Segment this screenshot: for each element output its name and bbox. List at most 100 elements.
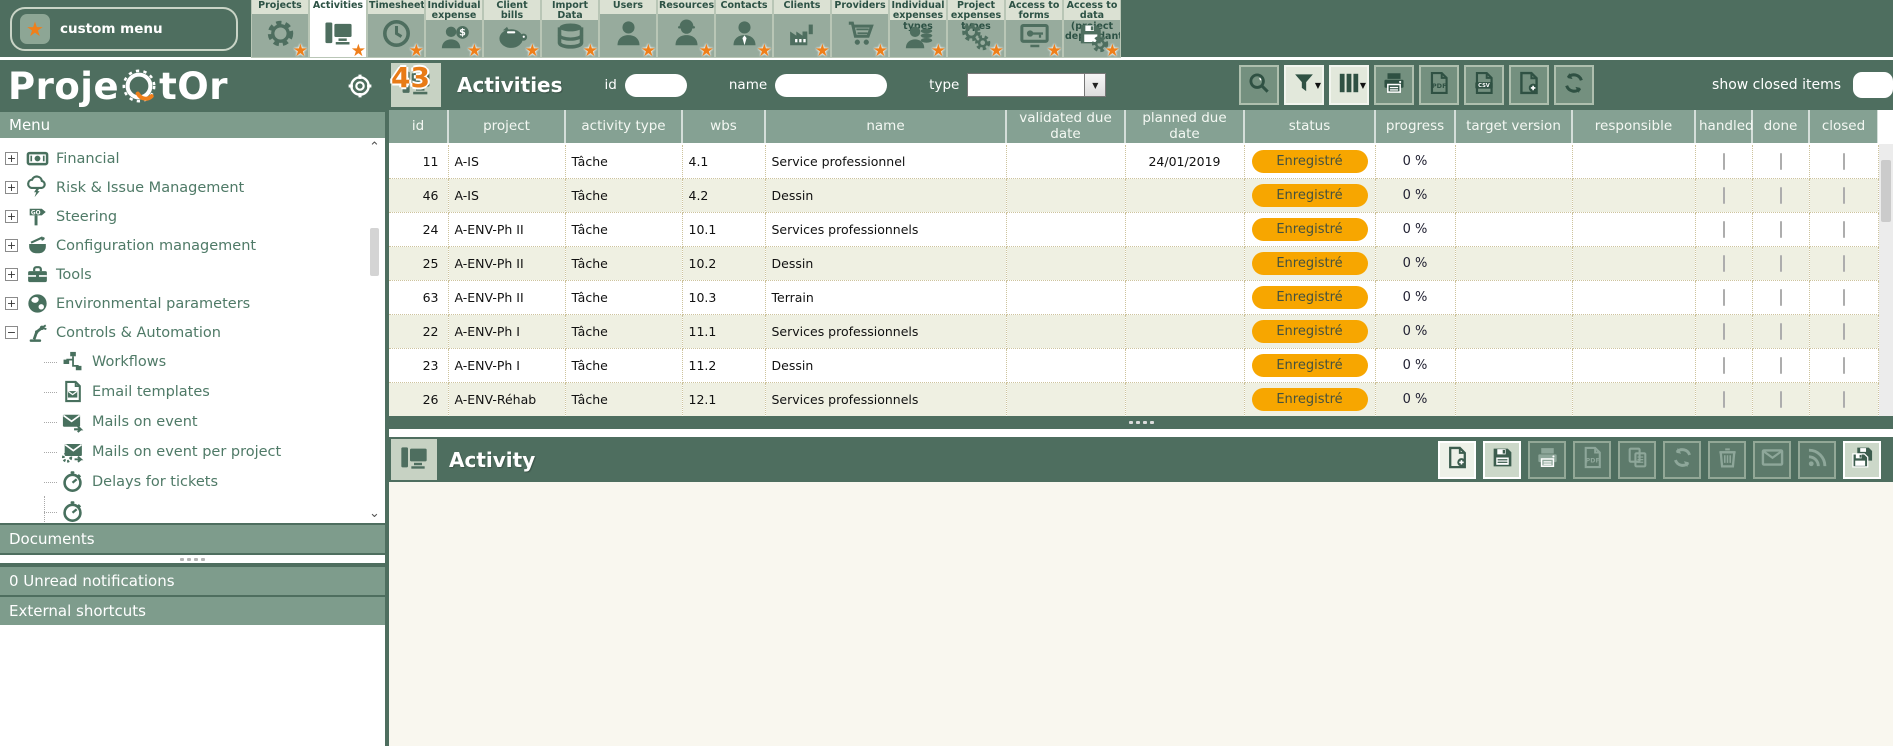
sidebar-item-financial[interactable]: + Financial — [0, 144, 385, 173]
printer-button[interactable] — [1528, 441, 1566, 479]
closed-checkbox[interactable] — [1843, 153, 1845, 170]
module-button-resources[interactable]: Resources ★ — [658, 0, 714, 57]
table-row[interactable]: 24A-ENV-Ph IITâche10.1Services professio… — [389, 212, 1878, 246]
module-button-project-expenses-types[interactable]: Project expenses types ★ — [948, 0, 1004, 57]
sidebar-item-risk-issue-management[interactable]: + Risk & Issue Management — [0, 173, 385, 202]
sidebar-section-notifications[interactable]: 0 Unread notifications — [0, 565, 385, 595]
doc-pdf-button[interactable]: PDF — [1573, 441, 1611, 479]
refresh-button[interactable] — [1663, 441, 1701, 479]
closed-checkbox[interactable] — [1843, 323, 1845, 340]
expander-icon[interactable]: + — [5, 268, 18, 281]
doc-pdf-button[interactable]: PDF — [1419, 65, 1459, 105]
sidebar-subitem-mails-on-event[interactable]: Mails on event — [0, 407, 385, 437]
closed-checkbox[interactable] — [1843, 221, 1845, 238]
handled-checkbox[interactable] — [1723, 221, 1725, 238]
table-row[interactable]: 22A-ENV-Ph ITâche11.1Services profession… — [389, 314, 1878, 348]
handled-checkbox[interactable] — [1723, 289, 1725, 306]
sidebar-item-configuration-management[interactable]: + Configuration management — [0, 231, 385, 260]
filter-type-select[interactable]: ▼ — [967, 73, 1106, 97]
column-header-target-version[interactable]: target version — [1455, 110, 1572, 144]
custom-menu-button[interactable]: ★ custom menu — [10, 7, 238, 51]
module-button-client-bills[interactable]: Client bills ★ — [484, 0, 540, 57]
module-button-timesheet[interactable]: Timesheet ★ — [368, 0, 424, 57]
done-checkbox[interactable] — [1780, 187, 1782, 204]
module-button-access-to-data-project-dependant[interactable]: Access to data (project dependant) ★ — [1064, 0, 1120, 57]
floppy-multi-button[interactable] — [1843, 441, 1881, 479]
module-button-providers[interactable]: Providers ★ — [832, 0, 888, 57]
sidebar-subitem-mails-on-event-per-project[interactable]: Mails on event per project — [0, 437, 385, 467]
sidebar-subitem-email-templates[interactable]: Email templates — [0, 377, 385, 407]
column-header-closed[interactable]: closed — [1809, 110, 1878, 144]
table-row[interactable]: 63A-ENV-Ph IITâche10.3TerrainEnregistré0… — [389, 280, 1878, 314]
refresh-button[interactable] — [1554, 65, 1594, 105]
done-checkbox[interactable] — [1780, 255, 1782, 272]
file-plus-button[interactable] — [1438, 441, 1476, 479]
column-header-planned-due[interactable]: planned due date — [1125, 110, 1244, 144]
closed-checkbox[interactable] — [1843, 187, 1845, 204]
handled-checkbox[interactable] — [1723, 153, 1725, 170]
table-row[interactable]: 25A-ENV-Ph IITâche10.2DessinEnregistré0 … — [389, 246, 1878, 280]
done-checkbox[interactable] — [1780, 323, 1782, 340]
expander-icon[interactable]: + — [5, 152, 18, 165]
copy-button[interactable] — [1618, 441, 1656, 479]
table-row[interactable]: 26A-ENV-RéhabTâche12.1Services professio… — [389, 382, 1878, 416]
column-header-validated-due[interactable]: validated due date — [1006, 110, 1125, 144]
module-button-individual-expenses-types[interactable]: Individual expenses types ★ — [890, 0, 946, 57]
column-header-id[interactable]: id — [389, 110, 448, 144]
closed-checkbox[interactable] — [1843, 255, 1845, 272]
module-button-access-to-forms[interactable]: Access to forms ★ — [1006, 0, 1062, 57]
handled-checkbox[interactable] — [1723, 357, 1725, 374]
module-button-activities[interactable]: Activities ★ — [310, 0, 366, 57]
table-scrollbar[interactable] — [1879, 144, 1893, 416]
sidebar-subitem-workflows[interactable]: Workflows — [0, 347, 385, 377]
module-button-clients[interactable]: Clients ★ — [774, 0, 830, 57]
module-button-users[interactable]: Users ★ — [600, 0, 656, 57]
handled-checkbox[interactable] — [1723, 187, 1725, 204]
sidebar-subitem-delays-for-tickets[interactable]: Delays for tickets — [0, 467, 385, 497]
closed-checkbox[interactable] — [1843, 289, 1845, 306]
closed-checkbox[interactable] — [1843, 391, 1845, 408]
column-header-project[interactable]: project — [448, 110, 565, 144]
file-plus-button[interactable] — [1509, 65, 1549, 105]
sidebar-section-external-shortcuts[interactable]: External shortcuts — [0, 595, 385, 625]
sidebar-item-steering[interactable]: + GO Steering — [0, 202, 385, 231]
done-checkbox[interactable] — [1780, 153, 1782, 170]
column-header-done[interactable]: done — [1752, 110, 1809, 144]
envelope-button[interactable] — [1753, 441, 1791, 479]
column-header-name[interactable]: name — [765, 110, 1006, 144]
expander-icon[interactable]: + — [5, 181, 18, 194]
expander-icon[interactable]: − — [5, 326, 18, 339]
sidebar-item-tools[interactable]: + Tools — [0, 260, 385, 289]
done-checkbox[interactable] — [1780, 289, 1782, 306]
module-button-individual-expense[interactable]: Individual expense $★ — [426, 0, 482, 57]
funnel-button[interactable]: ▼ — [1284, 65, 1324, 105]
done-checkbox[interactable] — [1780, 357, 1782, 374]
type-select-value[interactable] — [967, 73, 1085, 97]
handled-checkbox[interactable] — [1723, 323, 1725, 340]
column-header-handled[interactable]: handled — [1695, 110, 1752, 144]
columns-button[interactable]: ▼ — [1329, 65, 1369, 105]
trash-button[interactable] — [1708, 441, 1746, 479]
expander-icon[interactable]: + — [5, 297, 18, 310]
table-row[interactable]: 46A-ISTâche4.2DessinEnregistré0 % — [389, 178, 1878, 212]
sidebar-item-controls-automation[interactable]: − Controls & Automation — [0, 318, 385, 347]
table-row[interactable]: 11A-ISTâche4.1Service professionnel24/01… — [389, 144, 1878, 178]
column-header-wbs[interactable]: wbs — [682, 110, 765, 144]
chevron-down-icon[interactable]: ▼ — [1085, 73, 1106, 97]
rss-button[interactable] — [1798, 441, 1836, 479]
doc-csv-button[interactable]: CSV — [1464, 65, 1504, 105]
column-header-responsible[interactable]: responsible — [1572, 110, 1695, 144]
projeqtor-logo[interactable]: Proje tOr — [8, 67, 228, 105]
module-button-projects[interactable]: Projects ★ — [252, 0, 308, 57]
expander-icon[interactable]: + — [5, 239, 18, 252]
done-checkbox[interactable] — [1780, 391, 1782, 408]
column-header-progress[interactable]: progress — [1375, 110, 1455, 144]
module-button-import-data[interactable]: Import Data ★ — [542, 0, 598, 57]
column-header-status[interactable]: status — [1244, 110, 1375, 144]
module-button-contacts[interactable]: Contacts ★ — [716, 0, 772, 57]
filter-name-input[interactable] — [775, 74, 887, 97]
printer-button[interactable] — [1374, 65, 1414, 105]
table-scrollbar-thumb[interactable] — [1881, 160, 1891, 222]
floppy-button[interactable] — [1483, 441, 1521, 479]
done-checkbox[interactable] — [1780, 221, 1782, 238]
